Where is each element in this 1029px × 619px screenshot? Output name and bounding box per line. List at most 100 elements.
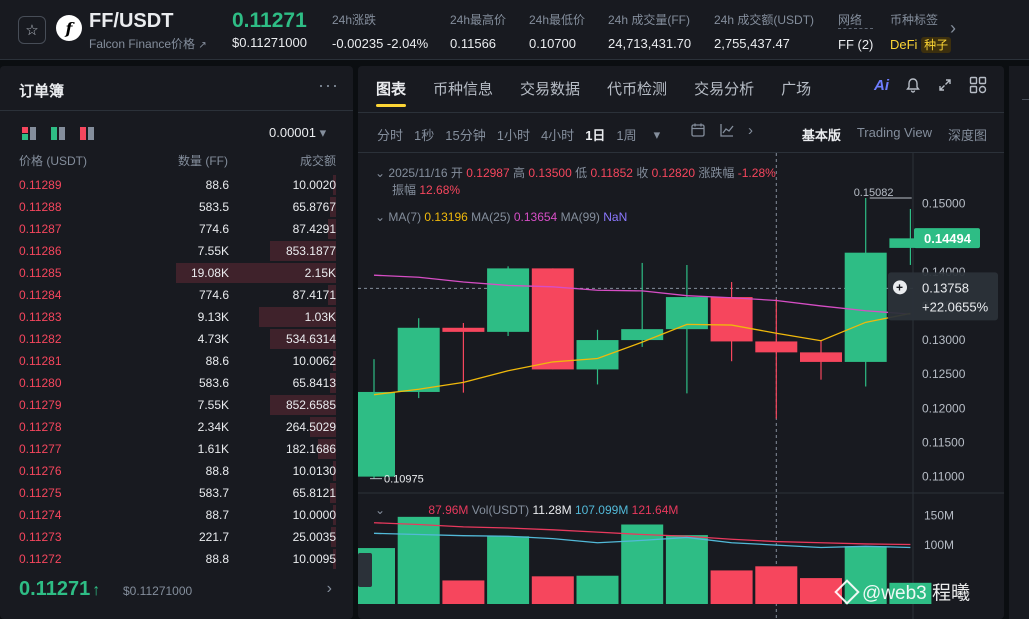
ask-row[interactable]: 0.11274 88.7 10.0000	[0, 504, 353, 526]
ask-qty: 88.8	[205, 552, 229, 566]
candle-body	[844, 252, 887, 362]
mid-price-usd: $0.11271000	[123, 584, 193, 598]
interval-5[interactable]: 1日	[585, 125, 605, 144]
ask-qty: 774.6	[198, 288, 229, 302]
ask-row[interactable]: 0.11286 7.55K 853.1877	[0, 240, 353, 262]
ask-row[interactable]: 0.11275 583.7 65.8121	[0, 482, 353, 504]
favorite-star-icon[interactable]: ☆	[18, 16, 46, 44]
ask-qty: 9.13K	[197, 310, 229, 324]
ask-row[interactable]: 0.11283 9.13K 1.03K	[0, 306, 353, 328]
chevron-right-icon[interactable]: ›	[748, 122, 753, 139]
tag-seed[interactable]: 种子	[921, 37, 952, 53]
candle-body	[710, 297, 753, 342]
expand-icon[interactable]	[937, 77, 953, 93]
ask-row[interactable]: 0.11277 1.61K 182.1686	[0, 438, 353, 460]
chevron-right-icon[interactable]: ›	[950, 18, 956, 39]
ask-total: 10.0062	[292, 354, 336, 368]
ask-price: 0.11287	[19, 222, 62, 236]
ask-row[interactable]: 0.11282 4.73K 534.6314	[0, 328, 353, 350]
more-icon[interactable]: ···	[318, 75, 339, 96]
mid-price-value: 0.11271	[19, 578, 91, 600]
ask-row[interactable]: 0.11285 19.08K 2.15K	[0, 262, 353, 284]
interval-6[interactable]: 1周	[616, 125, 636, 144]
layout-grid-icon[interactable]	[969, 76, 987, 94]
candle-body	[531, 268, 574, 370]
col-price: 价格 (USDT)	[19, 154, 87, 168]
ask-price: 0.11281	[19, 354, 62, 368]
ask-price: 0.11277	[19, 442, 62, 456]
tab-1[interactable]: 币种信息	[433, 78, 493, 99]
chevron-down-icon[interactable]: ▾	[654, 127, 661, 143]
stat-24h-change: 24h涨跌 -0.00235 -2.04%	[332, 11, 428, 51]
bell-icon[interactable]	[905, 77, 921, 93]
tab-0[interactable]: 图表	[376, 78, 406, 99]
ask-row[interactable]: 0.11278 2.34K 264.5029	[0, 416, 353, 438]
candle-body	[576, 340, 619, 370]
precision-select[interactable]: 0.00001 ▾	[269, 125, 326, 141]
chevron-down-icon[interactable]: ⌄	[375, 166, 385, 180]
ma25-value: 0.13654	[513, 210, 558, 224]
ask-price: 0.11276	[19, 464, 62, 478]
stat-label: 24h 成交额(USDT)	[714, 13, 815, 27]
ask-qty: 19.08K	[190, 266, 229, 280]
ask-total: 182.1686	[285, 442, 336, 456]
interval-3[interactable]: 1小时	[497, 125, 530, 144]
ask-price: 0.11282	[19, 332, 62, 346]
stat-value: 0.10700	[529, 36, 576, 51]
chevron-down-icon[interactable]: ⌄	[375, 503, 385, 517]
view-1[interactable]: Trading View	[857, 125, 932, 144]
divider	[358, 112, 1004, 113]
layout-both-icon[interactable]	[22, 127, 36, 140]
indicator-icon[interactable]	[719, 122, 735, 138]
ohlc-change-label: 涨跌幅	[698, 166, 735, 180]
coin-name-link[interactable]: Falcon Finance价格 ↗	[89, 35, 207, 52]
ask-qty: 1.61K	[197, 442, 229, 456]
tab-5[interactable]: 广场	[781, 78, 811, 99]
candle-body	[487, 268, 530, 332]
interval-0[interactable]: 分时	[377, 125, 403, 144]
layout-bids-icon[interactable]	[51, 127, 65, 140]
stat-value: 0.11566	[450, 36, 497, 51]
ma7-label: MA(7)	[388, 210, 422, 224]
interval-4[interactable]: 4小时	[541, 125, 574, 144]
ask-row[interactable]: 0.11276 88.8 10.0130	[0, 460, 353, 482]
volume-bar	[531, 576, 574, 604]
pair-title[interactable]: FF/USDT	[89, 10, 173, 33]
ask-row[interactable]: 0.11281 88.6 10.0062	[0, 350, 353, 372]
scroll-left-handle	[358, 553, 372, 587]
tab-3[interactable]: 代币检测	[607, 78, 667, 99]
volume-bar	[442, 580, 485, 604]
watermark-text: @web3 程曦	[862, 583, 970, 604]
tab-2[interactable]: 交易数据	[520, 78, 580, 99]
stat-network[interactable]: 网络 FF (2)	[838, 11, 874, 52]
vol-ma-a-value: 87.96M	[428, 503, 469, 517]
ask-row[interactable]: 0.11272 88.8 10.0095	[0, 548, 353, 570]
tag-defi[interactable]: DeFi	[890, 37, 917, 52]
ask-row[interactable]: 0.11289 88.6 10.0020	[0, 174, 353, 196]
layout-asks-icon[interactable]	[80, 127, 94, 140]
mid-price-row[interactable]: 0.11271 ↑ $0.11271000 ›	[19, 578, 336, 602]
ask-row[interactable]: 0.11273 221.7 25.0035	[0, 526, 353, 548]
ask-total: 87.4171	[292, 288, 336, 302]
ask-row[interactable]: 0.11287 774.6 87.4291	[0, 218, 353, 240]
view-2[interactable]: 深度图	[948, 125, 987, 144]
chevron-down-icon[interactable]: ⌄	[375, 210, 385, 224]
ai-icon[interactable]: Ai	[874, 77, 889, 94]
ask-row[interactable]: 0.11284 774.6 87.4171	[0, 284, 353, 306]
ask-qty: 7.55K	[197, 398, 229, 412]
ask-row[interactable]: 0.11279 7.55K 852.6585	[0, 394, 353, 416]
tab-4[interactable]: 交易分析	[694, 78, 754, 99]
ask-total: 853.1877	[285, 244, 336, 258]
ask-row[interactable]: 0.11280 583.6 65.8413	[0, 372, 353, 394]
ask-qty: 583.5	[198, 200, 229, 214]
ask-row[interactable]: 0.11288 583.5 65.8767	[0, 196, 353, 218]
vol-ma-c-value: 121.64M	[631, 503, 679, 517]
ask-qty: 774.6	[198, 222, 229, 236]
ma25-label: MA(25)	[471, 210, 511, 224]
ask-total: 1.03K	[304, 310, 336, 324]
interval-2[interactable]: 15分钟	[445, 125, 485, 144]
view-0[interactable]: 基本版	[802, 125, 841, 144]
interval-1[interactable]: 1秒	[414, 125, 434, 144]
candle-body	[397, 327, 440, 392]
calendar-icon[interactable]	[690, 122, 706, 138]
